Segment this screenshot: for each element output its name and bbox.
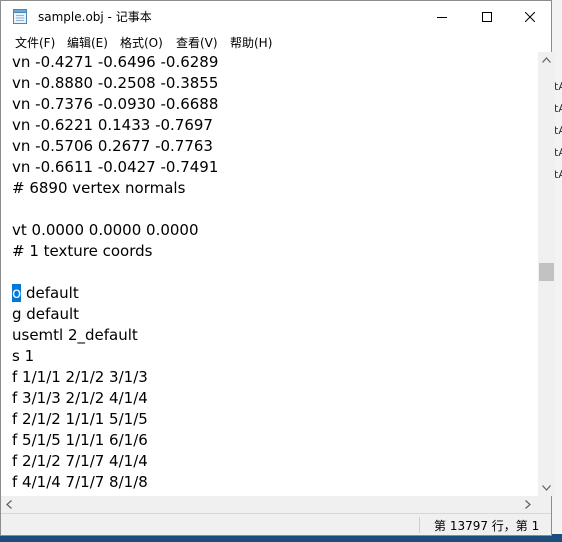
- text-line: # 6890 vertex normals: [12, 179, 186, 197]
- desktop: tA tA tA tA tA sample.obj - 记事本: [0, 0, 562, 542]
- status-divider: [419, 517, 420, 533]
- text-line: f 2/1/2 7/1/7 4/1/4: [12, 452, 148, 470]
- text-after-selection: default: [21, 284, 79, 302]
- text-line: vt 0.0000 0.0000 0.0000: [12, 221, 199, 239]
- text-line: vn -0.8880 -0.2508 -0.3855: [12, 74, 219, 92]
- text-line: vn -0.6611 -0.0427 -0.7491: [12, 158, 219, 176]
- menu-bar: 文件(F) 编辑(E) 格式(O) 查看(V) 帮助(H): [1, 32, 551, 52]
- window-title: sample.obj - 记事本: [38, 10, 152, 24]
- background-text: tA: [554, 124, 562, 137]
- close-icon: [524, 7, 536, 26]
- text-line: # 1 texture coords: [12, 242, 153, 260]
- scroll-down-icon[interactable]: [542, 484, 551, 494]
- menu-view[interactable]: 查看(V): [176, 34, 218, 51]
- text-line: vn -0.7376 -0.0930 -0.6688: [12, 95, 219, 113]
- minimize-button[interactable]: [419, 1, 465, 32]
- text-line: f 2/1/2 1/1/1 5/1/5: [12, 410, 148, 428]
- background-text: tA: [554, 102, 562, 115]
- minimize-icon: [437, 7, 447, 26]
- menu-edit[interactable]: 编辑(E): [67, 34, 108, 51]
- background-text: tA: [554, 146, 562, 159]
- text-line: f 3/1/3 2/1/2 4/1/4: [12, 389, 148, 407]
- close-button[interactable]: [509, 1, 551, 32]
- menu-format[interactable]: 格式(O): [120, 34, 163, 51]
- text-line: vn -0.6221 0.1433 -0.7697: [12, 116, 213, 134]
- menu-file[interactable]: 文件(F): [15, 34, 55, 51]
- maximize-icon: [482, 7, 492, 26]
- text-line: vn -0.5706 0.2677 -0.7763: [12, 137, 213, 155]
- cursor-position: 第 13797 行，第 1: [434, 519, 540, 533]
- scroll-left-icon[interactable]: [6, 500, 12, 512]
- horizontal-scrollbar[interactable]: [1, 496, 538, 513]
- scroll-right-icon[interactable]: [525, 500, 531, 512]
- text-line: s 1: [12, 347, 35, 365]
- text-line: f 5/1/5 1/1/1 6/1/6: [12, 431, 148, 449]
- notepad-window: sample.obj - 记事本 文件(F) 编辑(E) 格式(O) 查看(V)…: [0, 0, 555, 536]
- maximize-button[interactable]: [464, 1, 510, 32]
- notepad-icon: [13, 8, 27, 24]
- text-line: usemtl 2_default: [12, 326, 138, 344]
- text-line: f 1/1/1 2/1/2 3/1/3: [12, 368, 148, 386]
- vertical-scroll-thumb[interactable]: [539, 263, 554, 281]
- scrollbar-corner: [538, 496, 551, 513]
- status-bar: 第 13797 行，第 1: [1, 513, 551, 535]
- background-text: tA: [554, 168, 562, 181]
- text-line: f 4/1/4 7/1/7 8/1/8: [12, 473, 148, 491]
- text-selection: o: [12, 284, 22, 302]
- text-line: g default: [12, 305, 80, 323]
- text-editor[interactable]: vn -0.4271 -0.6496 -0.6289 vn -0.8880 -0…: [1, 52, 538, 496]
- scroll-up-icon[interactable]: [542, 56, 551, 66]
- background-text: tA: [554, 80, 562, 93]
- vertical-scrollbar[interactable]: [538, 52, 555, 496]
- menu-help[interactable]: 帮助(H): [230, 34, 272, 51]
- text-line-selected: o default: [12, 283, 79, 304]
- text-line: vn -0.4271 -0.6496 -0.6289: [12, 53, 219, 71]
- title-bar[interactable]: sample.obj - 记事本: [1, 1, 551, 32]
